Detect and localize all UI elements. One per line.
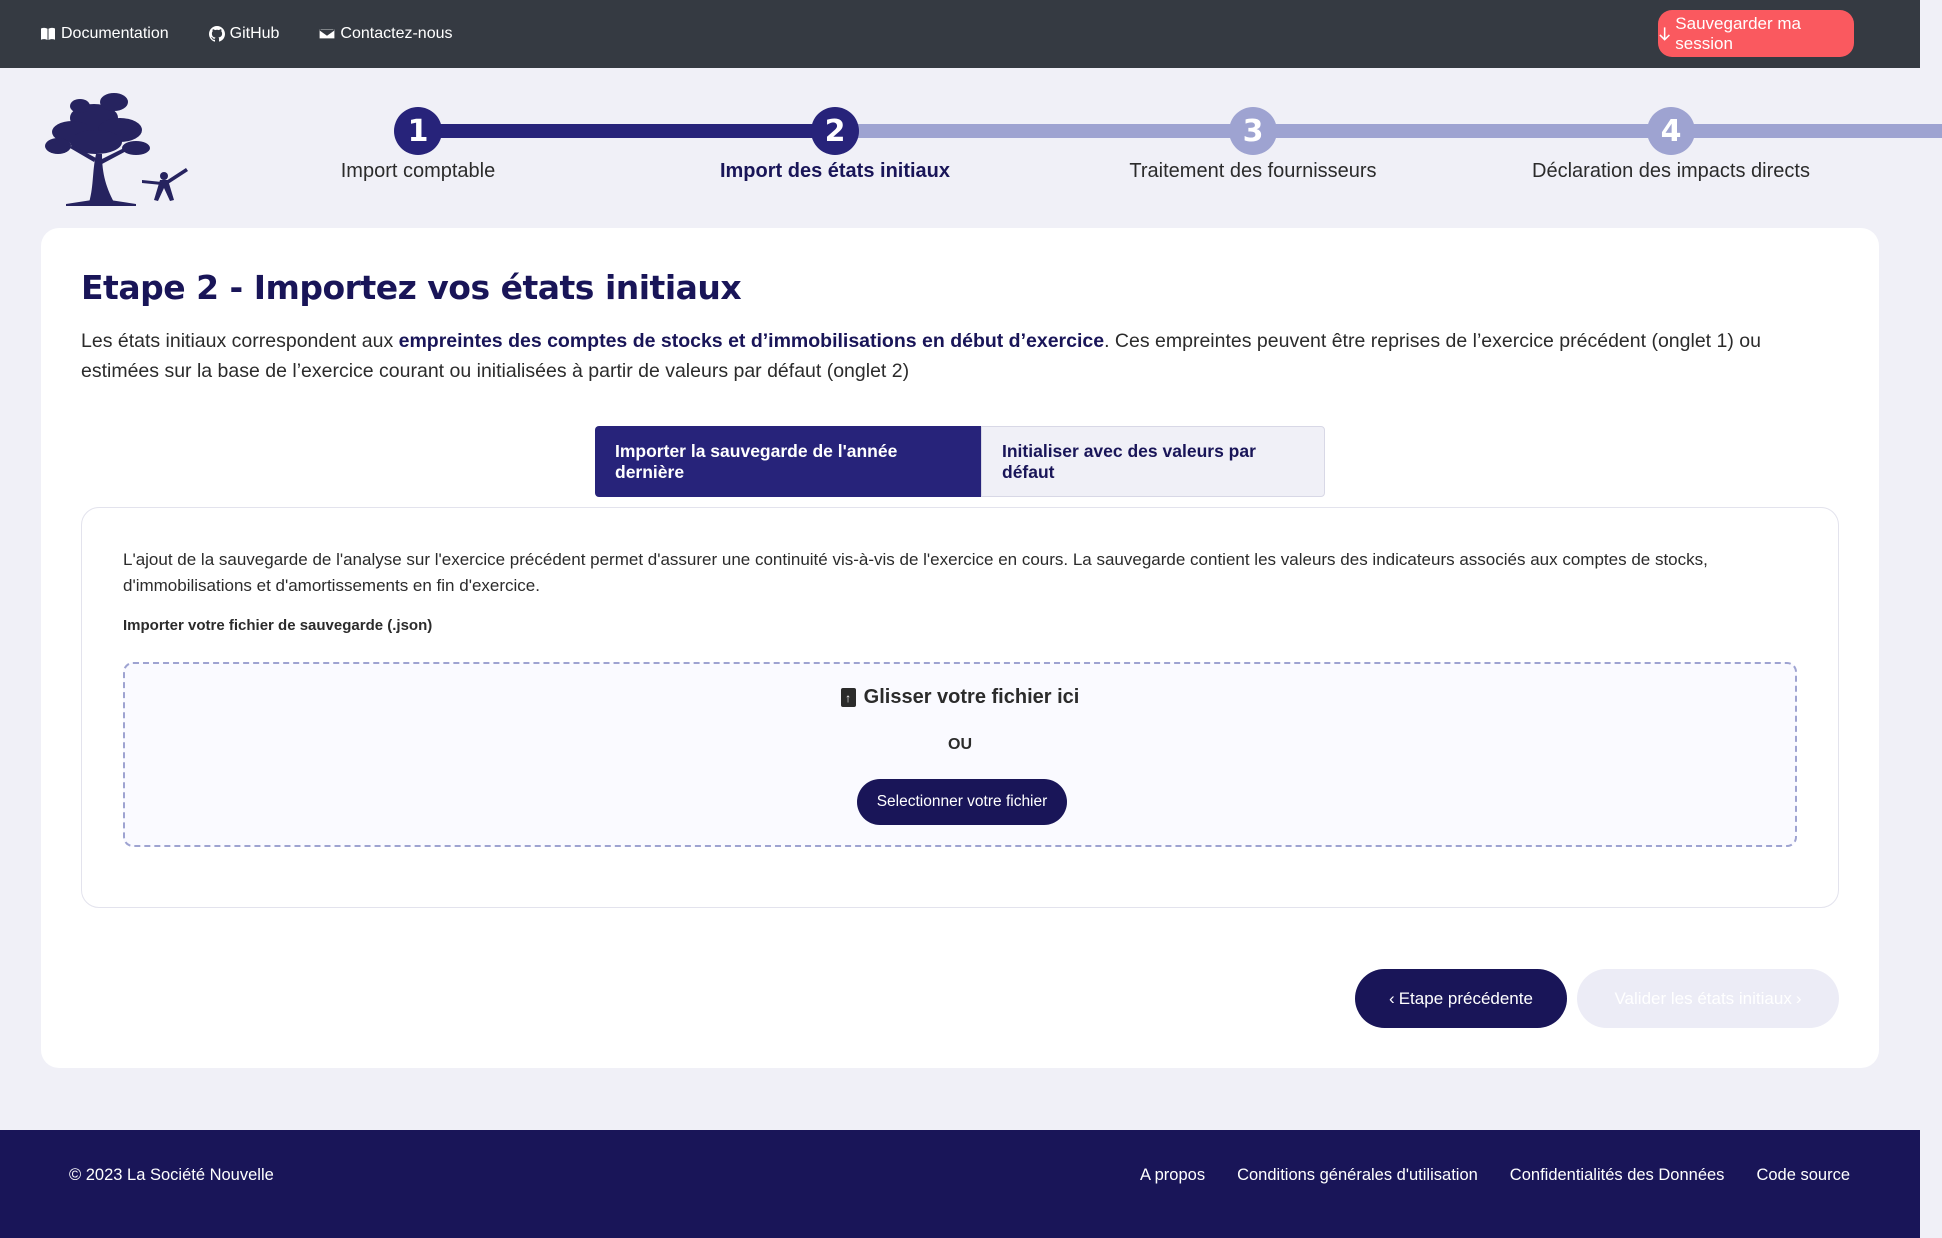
- github-label: GitHub: [229, 25, 280, 42]
- step-1[interactable]: 1 Import comptable: [208, 107, 628, 183]
- footer-link-source[interactable]: Code source: [1756, 1166, 1850, 1185]
- top-navbar: Documentation GitHub Contactez-nous Sauv…: [0, 0, 1920, 68]
- envelope-icon: [319, 28, 336, 40]
- tab-default-values[interactable]: Initialiser avec des valeurs par défaut: [981, 426, 1325, 497]
- footer-links: A propos Conditions générales d'utilisat…: [1140, 1166, 1850, 1185]
- footer-link-about[interactable]: A propos: [1140, 1166, 1205, 1185]
- footer-link-terms[interactable]: Conditions générales d'utilisation: [1237, 1166, 1478, 1185]
- book-icon: [41, 27, 55, 40]
- github-link[interactable]: GitHub: [208, 25, 280, 43]
- documentation-link[interactable]: Documentation: [40, 25, 169, 43]
- save-session-button[interactable]: Sauvegarder ma session: [1658, 10, 1854, 57]
- documentation-label: Documentation: [61, 25, 169, 42]
- tab-import-last-year[interactable]: Importer la sauvegarde de l'année derniè…: [595, 426, 981, 497]
- chevron-left-icon: ‹: [1389, 988, 1395, 1008]
- github-icon: [208, 26, 225, 42]
- save-session-label: Sauvegarder ma session: [1675, 13, 1801, 53]
- dropzone-or: OU: [948, 736, 972, 753]
- file-dropzone[interactable]: ↑ Glisser votre fichier ici OU Selection…: [123, 662, 1797, 847]
- previous-step-button[interactable]: ‹ Etape précédente: [1355, 969, 1567, 1028]
- step-3-number: 3: [1229, 107, 1277, 155]
- tree-logo-icon: [45, 93, 188, 206]
- import-panel: L'ajout de la sauvegarde de l'analyse su…: [81, 507, 1839, 908]
- import-tabs: Importer la sauvegarde de l'année derniè…: [595, 426, 1325, 497]
- contact-link[interactable]: Contactez-nous: [319, 25, 452, 43]
- page-description: Les états initiaux correspondent aux emp…: [81, 326, 1841, 386]
- step-1-label: Import comptable: [340, 160, 496, 182]
- step-2-label: Import des états initiaux: [719, 160, 951, 182]
- select-file-button[interactable]: Selectionner votre fichier: [857, 779, 1067, 825]
- file-upload-icon: ↑: [840, 688, 856, 707]
- arrow-down-icon: [1659, 26, 1670, 41]
- step-4-label: Déclaration des impacts directs: [1532, 160, 1810, 182]
- page-title: Etape 2 - Importez vos états initiaux: [81, 268, 742, 307]
- footer-copyright: © 2023 La Société Nouvelle: [69, 1166, 274, 1184]
- footer: © 2023 La Société Nouvelle A propos Cond…: [0, 1130, 1920, 1238]
- chevron-right-icon: ›: [1795, 988, 1802, 1008]
- previous-step-label: Etape précédente: [1398, 988, 1533, 1008]
- step-3-label: Traitement des fournisseurs: [1129, 160, 1377, 182]
- step-3: 3 Traitement des fournisseurs: [1043, 107, 1463, 183]
- step-2-number: 2: [811, 107, 859, 155]
- file-input-label: Importer votre fichier de sauvegarde (.j…: [123, 617, 433, 634]
- dropzone-title: ↑ Glisser votre fichier ici: [125, 686, 1795, 709]
- step-4: 4 Déclaration des impacts directs: [1461, 107, 1881, 183]
- contact-label: Contactez-nous: [340, 25, 453, 42]
- description-prefix: Les états initiaux correspondent aux: [81, 330, 399, 352]
- dropzone-title-text: Glisser votre fichier ici: [863, 686, 1080, 708]
- step-2[interactable]: 2 Import des états initiaux: [625, 107, 1045, 183]
- main-card: Etape 2 - Importez vos états initiaux Le…: [41, 228, 1879, 1068]
- validate-initial-states-button[interactable]: Valider les états initiaux ›: [1577, 969, 1839, 1028]
- footer-link-privacy[interactable]: Confidentialités des Données: [1510, 1166, 1725, 1185]
- step-4-number: 4: [1647, 107, 1695, 155]
- description-bold: empreintes des comptes de stocks et d’im…: [398, 330, 1105, 352]
- step-1-number: 1: [394, 107, 442, 155]
- import-panel-description: L'ajout de la sauvegarde de l'analyse su…: [123, 550, 1708, 595]
- validate-label: Valider les états initiaux: [1614, 988, 1792, 1008]
